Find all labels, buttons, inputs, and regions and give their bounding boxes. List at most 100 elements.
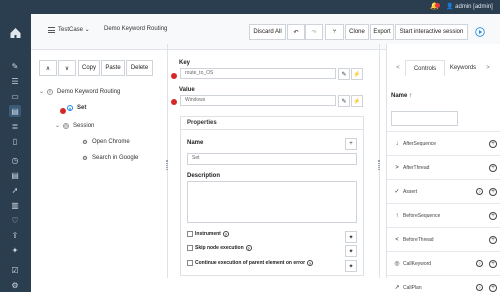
checkbox-box[interactable] — [187, 245, 193, 251]
name-label: Name — [187, 140, 204, 146]
clone-button[interactable]: Clone — [345, 24, 369, 40]
control-name: AfterThread — [403, 164, 430, 171]
skip-checkbox[interactable]: Skip node execution ? — [187, 245, 252, 251]
controls-panel: < Controls Keywords > Name ↑ ↓ AfterSeque… — [386, 44, 500, 292]
resize-handle[interactable] — [166, 160, 168, 170]
add-control-icon[interactable]: + — [489, 259, 497, 268]
value-label: Value — [179, 87, 195, 93]
instrument-label: Instrument — [195, 231, 221, 237]
tree-node-label: Demo Keyword Routing — [57, 88, 121, 95]
add-control-icon[interactable]: + — [489, 139, 497, 148]
discard-all-button[interactable]: Discard All — [249, 24, 286, 40]
add-control-icon[interactable]: + — [489, 283, 497, 292]
marker-dot — [171, 73, 177, 79]
tab-controls[interactable]: Controls — [405, 60, 445, 76]
skip-label: Skip node execution — [195, 245, 244, 251]
collapse-icon[interactable]: ⌄ — [39, 88, 44, 95]
dynamic-skip-button[interactable]: ✦ — [345, 245, 357, 257]
notification-bell-icon[interactable]: 🔔 — [430, 3, 440, 11]
gear-icon: ⚙ — [82, 139, 88, 146]
dynamic-instrument-button[interactable]: ✦ — [345, 231, 357, 243]
undo-button[interactable]: ↶ — [287, 24, 305, 40]
copy-button[interactable]: Copy — [78, 60, 100, 76]
top-bar: 🔔 👤 admin [admin] — [0, 0, 500, 14]
tree-node-search-google[interactable]: ⚙ Search in Google — [82, 155, 138, 162]
control-type-icon: ✓ — [394, 189, 400, 195]
set-node-icon: A — [67, 105, 73, 111]
case-name: Demo Keyword Routing — [104, 26, 168, 32]
control-name: CallPlan — [403, 284, 422, 291]
control-item[interactable]: < BeforeThread + — [387, 227, 500, 251]
description-label: Description — [187, 173, 221, 179]
add-control-icon[interactable]: + — [489, 211, 497, 220]
control-name: Assert — [403, 188, 418, 195]
control-item[interactable]: ↓ AfterSequence + — [387, 131, 500, 155]
user-menu[interactable]: 👤 admin [admin] — [446, 3, 493, 11]
export-button[interactable]: Export — [370, 24, 394, 40]
redo-button[interactable]: ↷ — [305, 24, 323, 40]
dynamic-value-button[interactable]: ⚡ — [351, 95, 363, 107]
dynamic-key-button[interactable]: ⚡ — [351, 68, 363, 80]
notification-badge — [435, 3, 440, 8]
play-icon[interactable] — [472, 24, 488, 40]
add-control-icon[interactable]: + — [489, 235, 497, 244]
tab-keywords[interactable]: Keywords — [447, 60, 479, 76]
home-icon[interactable] — [9, 27, 22, 39]
instrument-checkbox[interactable]: Instrument ? — [187, 231, 229, 237]
add-name-button[interactable]: + — [345, 138, 357, 150]
add-control-icon[interactable]: + — [489, 187, 497, 196]
tree-node-label: Session — [73, 122, 95, 129]
branch-button[interactable]: ⑂ — [325, 24, 344, 40]
tree-node-root[interactable]: ⌄ ≡ Demo Keyword Routing — [39, 88, 120, 95]
filter-input[interactable] — [391, 111, 458, 126]
delete-button[interactable]: Delete — [126, 60, 153, 76]
help-icon[interactable]: ? — [307, 260, 314, 266]
checkbox-box[interactable] — [187, 260, 193, 266]
help-icon[interactable]: ? — [476, 188, 483, 195]
control-type-icon: ◎ — [394, 261, 400, 267]
settings-icon[interactable]: ⚙ — [9, 279, 21, 291]
value-input[interactable]: Windows — [180, 95, 336, 106]
continue-label: Continue execution of parent element on … — [195, 260, 306, 266]
key-input[interactable]: route_to_OS — [180, 68, 336, 79]
edit-value-button[interactable]: ✎ — [338, 95, 350, 107]
case-type-dropdown[interactable]: TestCase ⌄ — [58, 26, 90, 33]
menu-icon[interactable] — [48, 27, 55, 33]
help-icon[interactable]: ? — [476, 260, 483, 267]
move-up-button[interactable]: ∧ — [39, 60, 57, 76]
tab-scroll-left[interactable]: < — [393, 60, 403, 76]
tree-node-open-chrome[interactable]: ⚙ Open Chrome — [82, 139, 130, 146]
checkbox-box[interactable] — [187, 231, 193, 237]
control-item[interactable]: ↑ BeforeSequence + — [387, 203, 500, 227]
control-name: AfterSequence — [403, 140, 437, 147]
tree-node-set[interactable]: A Set — [67, 105, 86, 111]
control-item[interactable]: ✓ Assert? + — [387, 179, 500, 203]
gear-icon: ⚙ — [82, 155, 88, 162]
start-session-button[interactable]: Start interactive session — [395, 24, 468, 40]
control-item[interactable]: > AfterThread + — [387, 155, 500, 179]
dynamic-continue-button[interactable]: ✦ — [345, 260, 357, 272]
name-input[interactable]: Set — [187, 153, 357, 165]
sort-by-name[interactable]: Name ↑ — [391, 93, 412, 99]
help-icon[interactable]: ? — [245, 245, 252, 251]
tree-node-label: Open Chrome — [92, 139, 130, 145]
resize-handle[interactable] — [378, 160, 380, 170]
user-label: admin [admin] — [455, 4, 493, 10]
tree-node-label: Set — [77, 105, 87, 111]
control-item[interactable]: ◎ CallKeyword? + — [387, 251, 500, 275]
help-icon[interactable]: ? — [222, 231, 229, 237]
tree-node-session[interactable]: ⌄ ◎ Session — [55, 122, 94, 129]
help-icon[interactable]: ? — [476, 284, 483, 291]
marker-dot — [171, 99, 177, 105]
collapse-icon[interactable]: ⌄ — [55, 122, 60, 129]
properties-panel: Properties Name + Set Description Instru… — [180, 116, 364, 276]
add-control-icon[interactable]: + — [489, 163, 497, 172]
move-down-button[interactable]: ∨ — [58, 60, 76, 76]
paste-button[interactable]: Paste — [101, 60, 125, 76]
description-textarea[interactable] — [187, 181, 357, 223]
control-item[interactable]: ↗ CallPlan? + — [387, 275, 500, 292]
tab-scroll-right[interactable]: > — [483, 60, 493, 76]
control-name: CallKeyword — [403, 260, 432, 267]
edit-key-button[interactable]: ✎ — [338, 68, 350, 80]
continue-on-error-checkbox[interactable]: Continue execution of parent element on … — [187, 260, 314, 266]
